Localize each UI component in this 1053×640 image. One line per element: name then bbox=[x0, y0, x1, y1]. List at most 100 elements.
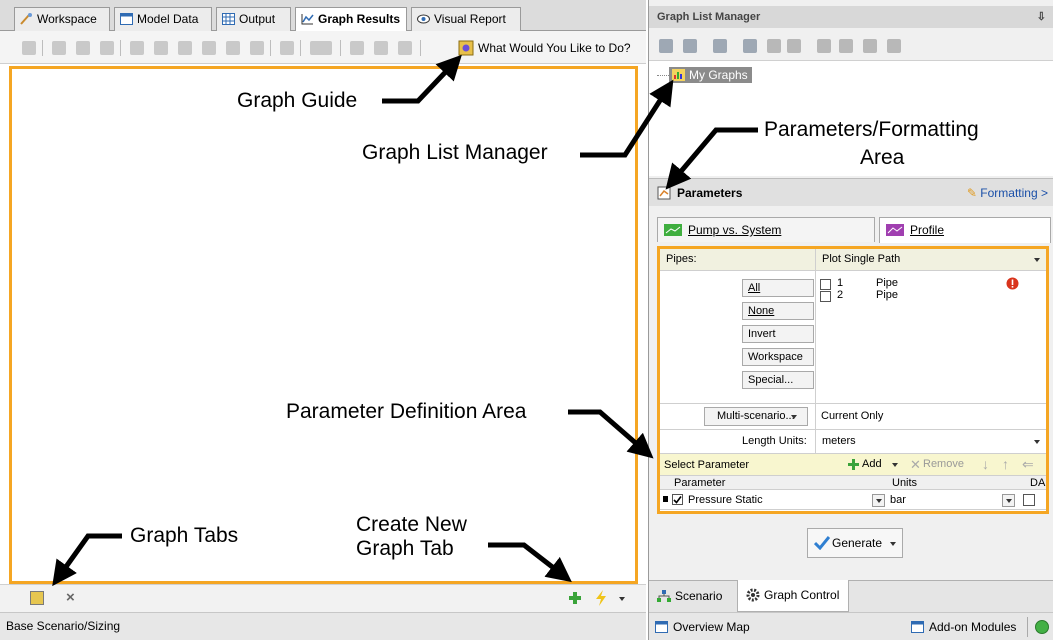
graph-list-manager-header: Graph List Manager ⇩ bbox=[649, 6, 1053, 28]
chevron-down-icon[interactable] bbox=[619, 597, 625, 601]
cross-hair-icon[interactable] bbox=[130, 41, 144, 55]
open-graph-icon[interactable] bbox=[22, 41, 36, 55]
all-button[interactable]: All bbox=[742, 279, 814, 297]
arrow-down-icon[interactable]: ↓ bbox=[982, 456, 989, 472]
parameters-icon bbox=[657, 186, 671, 200]
overview-map-button[interactable]: Overview Map bbox=[655, 619, 750, 635]
tab-pump-vs-system[interactable]: Pump vs. System bbox=[657, 217, 875, 242]
none-button[interactable]: None bbox=[742, 302, 814, 320]
chevron-down-icon bbox=[1034, 258, 1040, 262]
modules-icon bbox=[911, 621, 924, 633]
invert-button[interactable]: Invert bbox=[742, 325, 814, 343]
parameter-name: Pressure Static bbox=[688, 494, 763, 506]
tab-graph-control[interactable]: Graph Control bbox=[737, 580, 849, 612]
select-parameter-bar: Select Parameter Add ✕ Remove ↓ ↑ ⇐ bbox=[660, 454, 1046, 476]
pipes-mode-select[interactable]: Plot Single Path bbox=[815, 249, 1046, 270]
button-label: Workspace bbox=[748, 351, 803, 363]
workspace-icon bbox=[20, 13, 32, 25]
what-would-you-like-button[interactable]: What Would You Like to Do? bbox=[458, 39, 631, 57]
arrow-left-icon[interactable]: ⇐ bbox=[1022, 456, 1034, 473]
generate-button[interactable]: Generate bbox=[807, 528, 903, 558]
collapse-icon[interactable] bbox=[887, 39, 901, 53]
graph-tab-icon[interactable] bbox=[30, 591, 44, 605]
graph-toolbar: What Would You Like to Do? bbox=[0, 31, 646, 64]
multi-scenario-label: Multi-scenario... bbox=[717, 410, 795, 422]
copy-icon[interactable] bbox=[839, 39, 853, 53]
pipe-list-item[interactable]: 2 Pipe bbox=[820, 289, 1040, 303]
pipe-checkbox[interactable] bbox=[820, 291, 831, 302]
new-folder-icon[interactable] bbox=[659, 39, 673, 53]
profile-graph-icon bbox=[886, 224, 904, 236]
eye-icon bbox=[417, 14, 430, 24]
parameter-definition-area: Pipes: Plot Single Path All None Invert … bbox=[657, 246, 1049, 514]
tab-scenario[interactable]: Scenario bbox=[653, 581, 733, 612]
toolbar-separator bbox=[42, 40, 43, 56]
formatting-link[interactable]: ✎ Formatting > bbox=[967, 179, 1048, 207]
add-graph-tab-icon[interactable] bbox=[568, 591, 582, 605]
annotation-graph-tabs: Graph Tabs bbox=[130, 524, 239, 547]
checkbox-icon[interactable] bbox=[178, 41, 192, 55]
refresh-icon[interactable] bbox=[374, 41, 388, 55]
print-icon[interactable] bbox=[743, 39, 757, 53]
data-icon[interactable] bbox=[100, 41, 114, 55]
tab-visual-report[interactable]: Visual Report bbox=[411, 7, 521, 31]
move-down-icon[interactable] bbox=[787, 39, 801, 53]
tab-output[interactable]: Output bbox=[216, 7, 291, 31]
chevron-down-icon bbox=[892, 463, 898, 467]
rename-icon[interactable] bbox=[713, 39, 727, 53]
save-graph-icon[interactable] bbox=[683, 39, 697, 53]
settings-icon[interactable] bbox=[350, 41, 364, 55]
generate-label: Generate bbox=[832, 536, 883, 550]
tab-model-data[interactable]: Model Data bbox=[114, 7, 212, 31]
tab-label: Model Data bbox=[137, 12, 199, 26]
tree-item-my-graphs[interactable]: My Graphs bbox=[669, 67, 752, 83]
tab-label: Workspace bbox=[37, 12, 97, 26]
line-icon[interactable] bbox=[226, 41, 240, 55]
zoom-icon[interactable] bbox=[280, 41, 294, 55]
legend-icon[interactable] bbox=[154, 41, 168, 55]
length-units-select[interactable]: meters bbox=[815, 430, 1046, 453]
scenario-tree-icon bbox=[657, 590, 671, 602]
delete-icon[interactable] bbox=[863, 39, 877, 53]
toolbar-separator bbox=[420, 40, 421, 56]
addon-modules-button[interactable]: Add-on Modules bbox=[911, 619, 1016, 635]
quick-graph-icon[interactable] bbox=[594, 590, 608, 606]
arrow-up-icon[interactable]: ↑ bbox=[1002, 456, 1009, 472]
move-up-icon[interactable] bbox=[767, 39, 781, 53]
tab-label: Graph Results bbox=[318, 12, 401, 26]
tab-graph-results[interactable]: Graph Results bbox=[295, 7, 407, 32]
button-label: Special... bbox=[748, 374, 794, 386]
status-indicator-icon bbox=[1035, 620, 1049, 634]
export-icon[interactable] bbox=[76, 41, 90, 55]
copy-icon[interactable] bbox=[52, 41, 66, 55]
add-label: Add bbox=[862, 458, 882, 470]
da-column-header: DA bbox=[1030, 477, 1046, 489]
tab-profile[interactable]: Profile bbox=[879, 217, 1051, 243]
units-dropdown[interactable] bbox=[1002, 494, 1015, 507]
workspace-button[interactable]: Workspace bbox=[742, 348, 814, 366]
graph-icon bbox=[301, 14, 314, 25]
status-bar-left: Base Scenario/Sizing bbox=[0, 612, 646, 640]
button-label: None bbox=[748, 305, 775, 317]
info-icon[interactable] bbox=[398, 41, 412, 55]
parameters-header: Parameters ✎ Formatting > bbox=[649, 178, 1053, 206]
checkmark-icon bbox=[673, 496, 682, 504]
close-icon[interactable]: × bbox=[66, 589, 75, 606]
pin-icon[interactable]: ⇩ bbox=[1037, 6, 1046, 28]
square-icon[interactable] bbox=[250, 41, 264, 55]
da-checkbox[interactable] bbox=[1023, 494, 1035, 506]
multi-scenario-dropdown[interactable]: Multi-scenario... bbox=[704, 407, 808, 426]
pipes-mode-value: Plot Single Path bbox=[822, 253, 901, 265]
format-dropdown-icon[interactable] bbox=[310, 41, 332, 55]
chevron-down-icon bbox=[1006, 499, 1012, 503]
pipe-id: 2 bbox=[837, 289, 844, 301]
tab-workspace[interactable]: Workspace bbox=[14, 7, 110, 31]
annotation-params-formatting-line1: Parameters/Formatting bbox=[764, 118, 979, 141]
table-row[interactable]: Pressure Static bar bbox=[660, 490, 1046, 510]
parameter-checkbox[interactable] bbox=[672, 494, 683, 505]
special-button[interactable]: Special... bbox=[742, 371, 814, 389]
toolbar-separator bbox=[270, 40, 271, 56]
target-icon[interactable] bbox=[202, 41, 216, 55]
edit-icon[interactable] bbox=[817, 39, 831, 53]
parameter-dropdown[interactable] bbox=[872, 494, 885, 507]
